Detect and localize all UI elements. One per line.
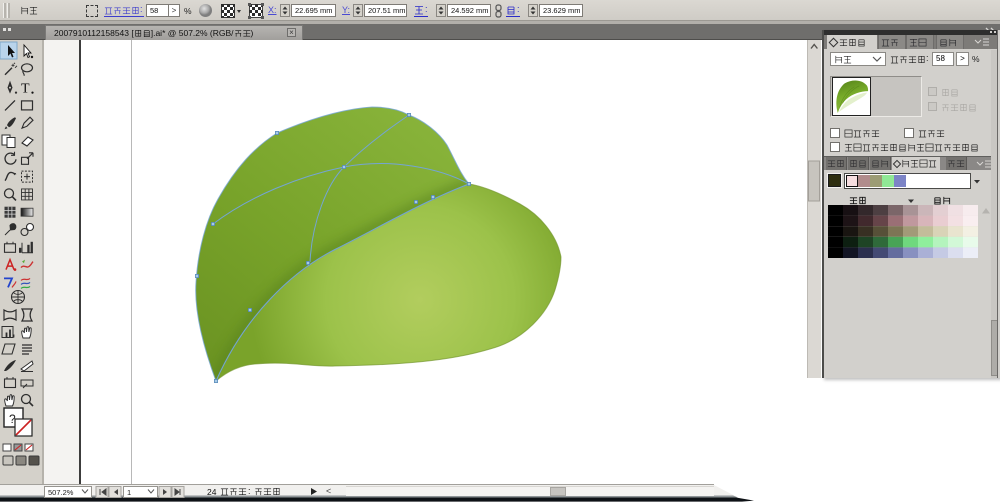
svg-text:24: 24 <box>207 487 217 497</box>
svg-text:507.2%: 507.2% <box>48 488 74 497</box>
svg-text:1: 1 <box>127 488 131 497</box>
svg-text:T: T <box>21 82 30 97</box>
